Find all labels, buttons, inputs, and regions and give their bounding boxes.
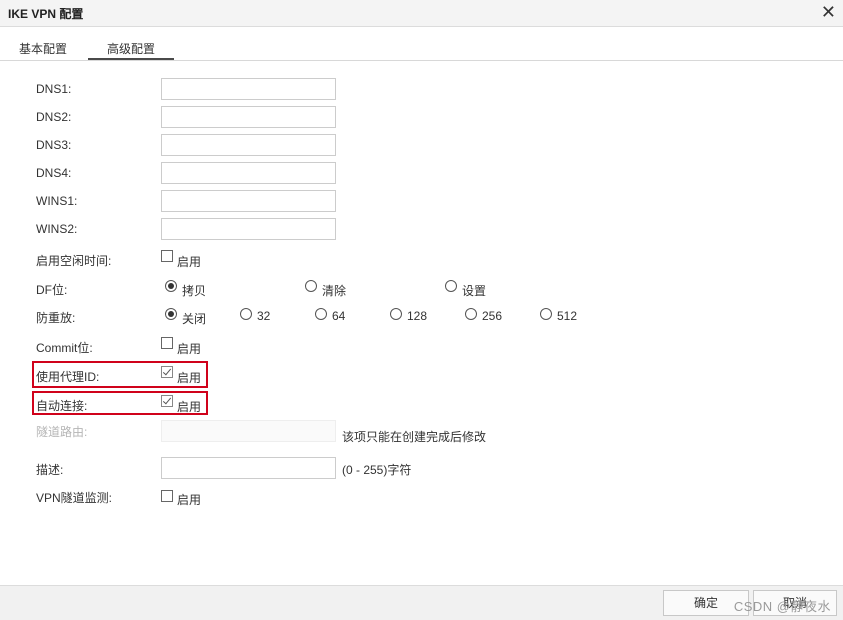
active-tab-indicator — [88, 58, 174, 60]
dns4-input[interactable] — [161, 162, 336, 184]
anti-replay-64-label: 64 — [332, 309, 346, 323]
dns3-row: DNS3: — [0, 134, 843, 158]
proxy-id-checkbox[interactable] — [161, 366, 173, 378]
df-set-label: 设置 — [462, 284, 487, 298]
wins2-label: WINS2: — [36, 222, 78, 236]
tunnel-monitor-row: VPN隧道监测: 启用 — [0, 488, 843, 512]
commit-bit-checkbox[interactable] — [161, 337, 173, 349]
anti-replay-128-label: 128 — [407, 309, 428, 323]
tab-basic-config[interactable]: 基本配置 — [19, 40, 67, 57]
anti-replay-64-radio[interactable] — [315, 308, 327, 320]
commit-bit-option-label: 启用 — [177, 342, 202, 356]
commit-bit-row: Commit位: 启用 — [0, 335, 843, 359]
description-label: 描述: — [36, 463, 64, 477]
proxy-id-option-label: 启用 — [177, 371, 202, 385]
anti-replay-label: 防重放: — [36, 311, 76, 325]
wins1-label: WINS1: — [36, 194, 78, 208]
df-copy-radio[interactable] — [165, 280, 177, 292]
auto-connect-row: 自动连接: 启用 — [0, 393, 843, 417]
tunnel-monitor-checkbox[interactable] — [161, 490, 173, 502]
dns1-label: DNS1: — [36, 82, 72, 96]
description-row: 描述: (0 - 255)字符 — [0, 457, 843, 481]
anti-replay-256-radio[interactable] — [465, 308, 477, 320]
tunnel-route-input — [161, 420, 336, 442]
auto-connect-option-label: 启用 — [177, 400, 202, 414]
idle-time-option-label: 启用 — [177, 255, 202, 269]
anti-replay-32-radio[interactable] — [240, 308, 252, 320]
df-clear-radio[interactable] — [305, 280, 317, 292]
dns1-input[interactable] — [161, 78, 336, 100]
idle-time-checkbox[interactable] — [161, 250, 173, 262]
wins1-row: WINS1: — [0, 190, 843, 214]
wins2-row: WINS2: — [0, 218, 843, 242]
wins1-input[interactable] — [161, 190, 336, 212]
df-bit-row: DF位: 拷贝 清除 设置 — [0, 277, 843, 301]
tunnel-route-hint: 该项只能在创建完成后修改 — [342, 430, 487, 444]
anti-replay-512-radio[interactable] — [540, 308, 552, 320]
close-icon[interactable]: ✕ — [821, 2, 836, 22]
dns3-input[interactable] — [161, 134, 336, 156]
auto-connect-checkbox[interactable] — [161, 395, 173, 407]
tab-bar: 基本配置 高级配置 — [0, 26, 843, 61]
anti-replay-row: 防重放: 关闭 32 64 128 256 512 — [0, 305, 843, 329]
proxy-id-row: 使用代理ID: 启用 — [0, 364, 843, 388]
idle-time-label: 启用空闲时间: — [36, 254, 112, 268]
tunnel-monitor-label: VPN隧道监测: — [36, 491, 113, 505]
tunnel-route-label: 隧道路由: — [36, 425, 88, 439]
anti-replay-32-label: 32 — [257, 309, 271, 323]
wins2-input[interactable] — [161, 218, 336, 240]
dns4-label: DNS4: — [36, 166, 72, 180]
tunnel-route-row: 隧道路由: 该项只能在创建完成后修改 — [0, 420, 843, 444]
df-copy-label: 拷贝 — [182, 284, 207, 298]
description-input[interactable] — [161, 457, 336, 479]
anti-replay-off-label: 关闭 — [182, 312, 207, 326]
df-set-radio[interactable] — [445, 280, 457, 292]
idle-time-row: 启用空闲时间: 启用 — [0, 248, 843, 272]
tunnel-monitor-option-label: 启用 — [177, 493, 202, 507]
anti-replay-512-label: 512 — [557, 309, 578, 323]
dns2-input[interactable] — [161, 106, 336, 128]
proxy-id-label: 使用代理ID: — [36, 370, 100, 384]
dns1-row: DNS1: — [0, 78, 843, 102]
tab-advanced-config[interactable]: 高级配置 — [107, 40, 155, 57]
df-clear-label: 清除 — [322, 284, 347, 298]
anti-replay-256-label: 256 — [482, 309, 503, 323]
auto-connect-label: 自动连接: — [36, 399, 88, 413]
description-hint: (0 - 255)字符 — [342, 463, 412, 477]
df-bit-label: DF位: — [36, 283, 68, 297]
watermark: CSDN @静夜水 — [733, 599, 831, 614]
dialog-footer: 确定 取消 CSDN @静夜水 — [0, 585, 843, 620]
commit-bit-label: Commit位: — [36, 341, 93, 355]
dns2-row: DNS2: — [0, 106, 843, 130]
anti-replay-128-radio[interactable] — [390, 308, 402, 320]
window-title: IKE VPN 配置 — [8, 7, 84, 21]
anti-replay-off-radio[interactable] — [165, 308, 177, 320]
dns2-label: DNS2: — [36, 110, 72, 124]
title-bar: IKE VPN 配置 ✕ — [0, 0, 843, 27]
dns3-label: DNS3: — [36, 138, 72, 152]
dns4-row: DNS4: — [0, 162, 843, 186]
